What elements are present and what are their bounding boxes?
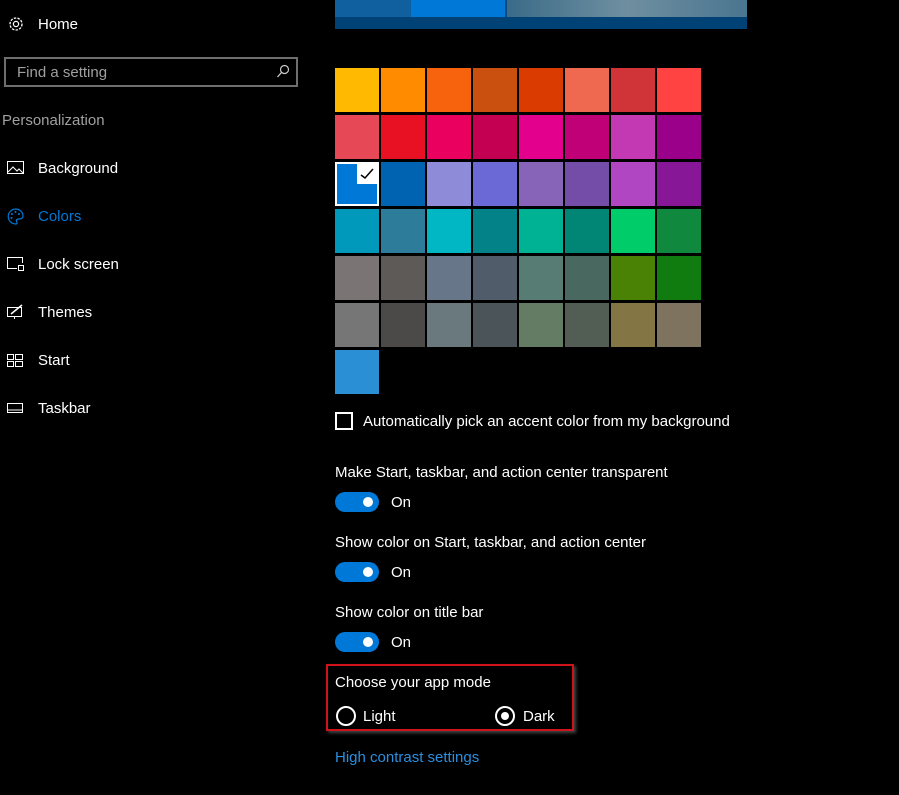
color-swatch[interactable] — [335, 303, 379, 347]
show-color-start-label: Show color on Start, taskbar, and action… — [335, 534, 647, 551]
color-swatch[interactable] — [657, 303, 701, 347]
color-swatch[interactable] — [335, 209, 379, 253]
palette-icon — [0, 207, 38, 225]
color-swatch[interactable] — [657, 115, 701, 159]
sidebar-item-background[interactable]: Background — [0, 153, 300, 183]
checkmark-icon — [357, 164, 377, 184]
color-swatch[interactable] — [565, 256, 609, 300]
app-mode-label: Choose your app mode — [335, 674, 491, 691]
color-swatch[interactable] — [335, 162, 379, 206]
search-box[interactable] — [4, 57, 298, 87]
sidebar-item-label: Lock screen — [38, 255, 119, 273]
show-color-title-label: Show color on title bar — [335, 604, 484, 621]
color-swatch[interactable] — [657, 256, 701, 300]
color-swatch[interactable] — [381, 256, 425, 300]
color-swatch[interactable] — [427, 209, 471, 253]
color-swatch[interactable] — [657, 162, 701, 206]
color-swatch[interactable] — [519, 115, 563, 159]
color-swatch[interactable] — [381, 115, 425, 159]
high-contrast-link[interactable]: High contrast settings — [335, 749, 479, 766]
color-swatch[interactable] — [381, 209, 425, 253]
color-swatch[interactable] — [335, 68, 379, 112]
transparent-label: Make Start, taskbar, and action center t… — [335, 464, 668, 481]
sidebar-item-label: Background — [38, 159, 119, 177]
sidebar-item-colors[interactable]: Colors — [0, 201, 300, 231]
show-color-title-state: On — [391, 634, 412, 651]
color-swatch[interactable] — [519, 256, 563, 300]
show-color-title-toggle[interactable] — [335, 632, 379, 652]
transparent-state: On — [391, 494, 412, 511]
color-swatch[interactable] — [611, 256, 655, 300]
color-swatch[interactable] — [611, 209, 655, 253]
color-swatch[interactable] — [427, 162, 471, 206]
search-input[interactable] — [15, 63, 269, 82]
sidebar-item-label: Start — [38, 351, 70, 369]
color-swatch[interactable] — [519, 68, 563, 112]
color-swatch[interactable] — [519, 209, 563, 253]
color-swatch[interactable] — [611, 303, 655, 347]
color-swatch[interactable] — [427, 303, 471, 347]
color-swatch[interactable] — [657, 209, 701, 253]
sidebar-item-label: Colors — [38, 207, 82, 225]
start-icon — [0, 353, 38, 367]
sidebar-item-lock-screen[interactable]: Lock screen — [0, 249, 300, 279]
color-swatch[interactable] — [473, 115, 517, 159]
taskbar-icon — [0, 402, 38, 414]
color-swatch[interactable] — [427, 256, 471, 300]
color-swatch[interactable] — [427, 115, 471, 159]
gear-icon — [0, 15, 38, 33]
sidebar-item-start[interactable]: Start — [0, 345, 300, 375]
color-swatch[interactable] — [611, 115, 655, 159]
show-color-start-state: On — [391, 564, 412, 581]
color-swatch[interactable] — [473, 162, 517, 206]
color-swatch[interactable] — [473, 68, 517, 112]
auto-pick-label: Automatically pick an accent color from … — [363, 413, 730, 430]
sidebar-item-taskbar[interactable]: Taskbar — [0, 393, 300, 423]
color-swatch[interactable] — [611, 68, 655, 112]
sidebar-item-themes[interactable]: Themes — [0, 297, 300, 327]
color-swatch[interactable] — [473, 256, 517, 300]
transparent-toggle[interactable] — [335, 492, 379, 512]
color-swatch[interactable] — [473, 209, 517, 253]
picture-icon — [0, 161, 38, 175]
color-swatch[interactable] — [519, 162, 563, 206]
section-title: Personalization — [2, 112, 105, 129]
color-swatch[interactable] — [473, 303, 517, 347]
dark-mode-label: Dark — [523, 708, 555, 725]
color-swatch[interactable] — [565, 303, 609, 347]
themes-icon — [0, 304, 38, 320]
lock-screen-icon — [0, 257, 38, 271]
color-swatch[interactable] — [565, 115, 609, 159]
light-mode-radio[interactable] — [336, 706, 356, 726]
auto-pick-checkbox[interactable] — [335, 412, 353, 430]
color-swatch[interactable] — [381, 162, 425, 206]
color-swatch[interactable] — [427, 68, 471, 112]
sidebar-item-label: Taskbar — [38, 399, 91, 417]
color-preview — [335, 0, 747, 29]
home-label: Home — [38, 15, 79, 33]
search-icon[interactable] — [276, 64, 290, 84]
sidebar-item-label: Themes — [38, 303, 93, 321]
color-swatch[interactable] — [657, 68, 701, 112]
color-swatch[interactable] — [335, 115, 379, 159]
color-swatch[interactable] — [381, 303, 425, 347]
show-color-start-toggle[interactable] — [335, 562, 379, 582]
dark-mode-radio[interactable] — [495, 706, 515, 726]
color-swatch[interactable] — [565, 209, 609, 253]
home-button[interactable]: Home — [0, 9, 300, 39]
color-swatch[interactable] — [565, 162, 609, 206]
color-swatch[interactable] — [611, 162, 655, 206]
color-swatch[interactable] — [565, 68, 609, 112]
color-swatch[interactable] — [381, 68, 425, 112]
color-swatch[interactable] — [335, 256, 379, 300]
color-swatch[interactable] — [335, 350, 379, 394]
color-swatch[interactable] — [519, 303, 563, 347]
light-mode-label: Light — [363, 708, 396, 725]
